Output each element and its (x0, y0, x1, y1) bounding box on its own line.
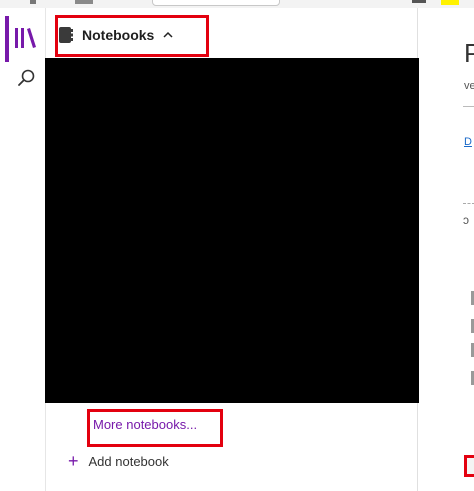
library-icon[interactable] (14, 26, 40, 50)
highlight-box-notebooks (55, 15, 209, 57)
left-nav-rail (0, 8, 46, 491)
page-title-fragment: P (464, 38, 474, 68)
top-toolbar-strip (0, 0, 474, 8)
highlight-swatch-icon[interactable] (441, 0, 459, 5)
highlight-box-page-control[interactable] (464, 455, 474, 477)
toolbar-tab[interactable] (152, 0, 280, 6)
page-link-fragment[interactable]: D (464, 136, 472, 148)
menu-icon[interactable] (412, 0, 426, 3)
add-notebook-button[interactable]: + Add notebook (68, 452, 169, 470)
add-notebook-label: Add notebook (88, 453, 169, 469)
plus-icon: + (68, 451, 79, 471)
page-subtitle-fragment: ve (464, 80, 474, 92)
selected-indicator (5, 16, 9, 62)
redacted-notebook-list (45, 58, 423, 403)
page-content-area: P ve D ᴐ (419, 8, 474, 491)
page-text-fragment: ᴐ (463, 213, 469, 227)
toolbar-icon[interactable] (75, 0, 93, 4)
search-icon[interactable] (16, 68, 36, 88)
page-divider (463, 203, 474, 204)
title-underline (463, 106, 474, 107)
back-icon[interactable] (30, 0, 36, 4)
highlight-box-more-notebooks (87, 409, 223, 447)
onenote-window: Notebooks More notebooks... + Add notebo… (0, 0, 474, 491)
